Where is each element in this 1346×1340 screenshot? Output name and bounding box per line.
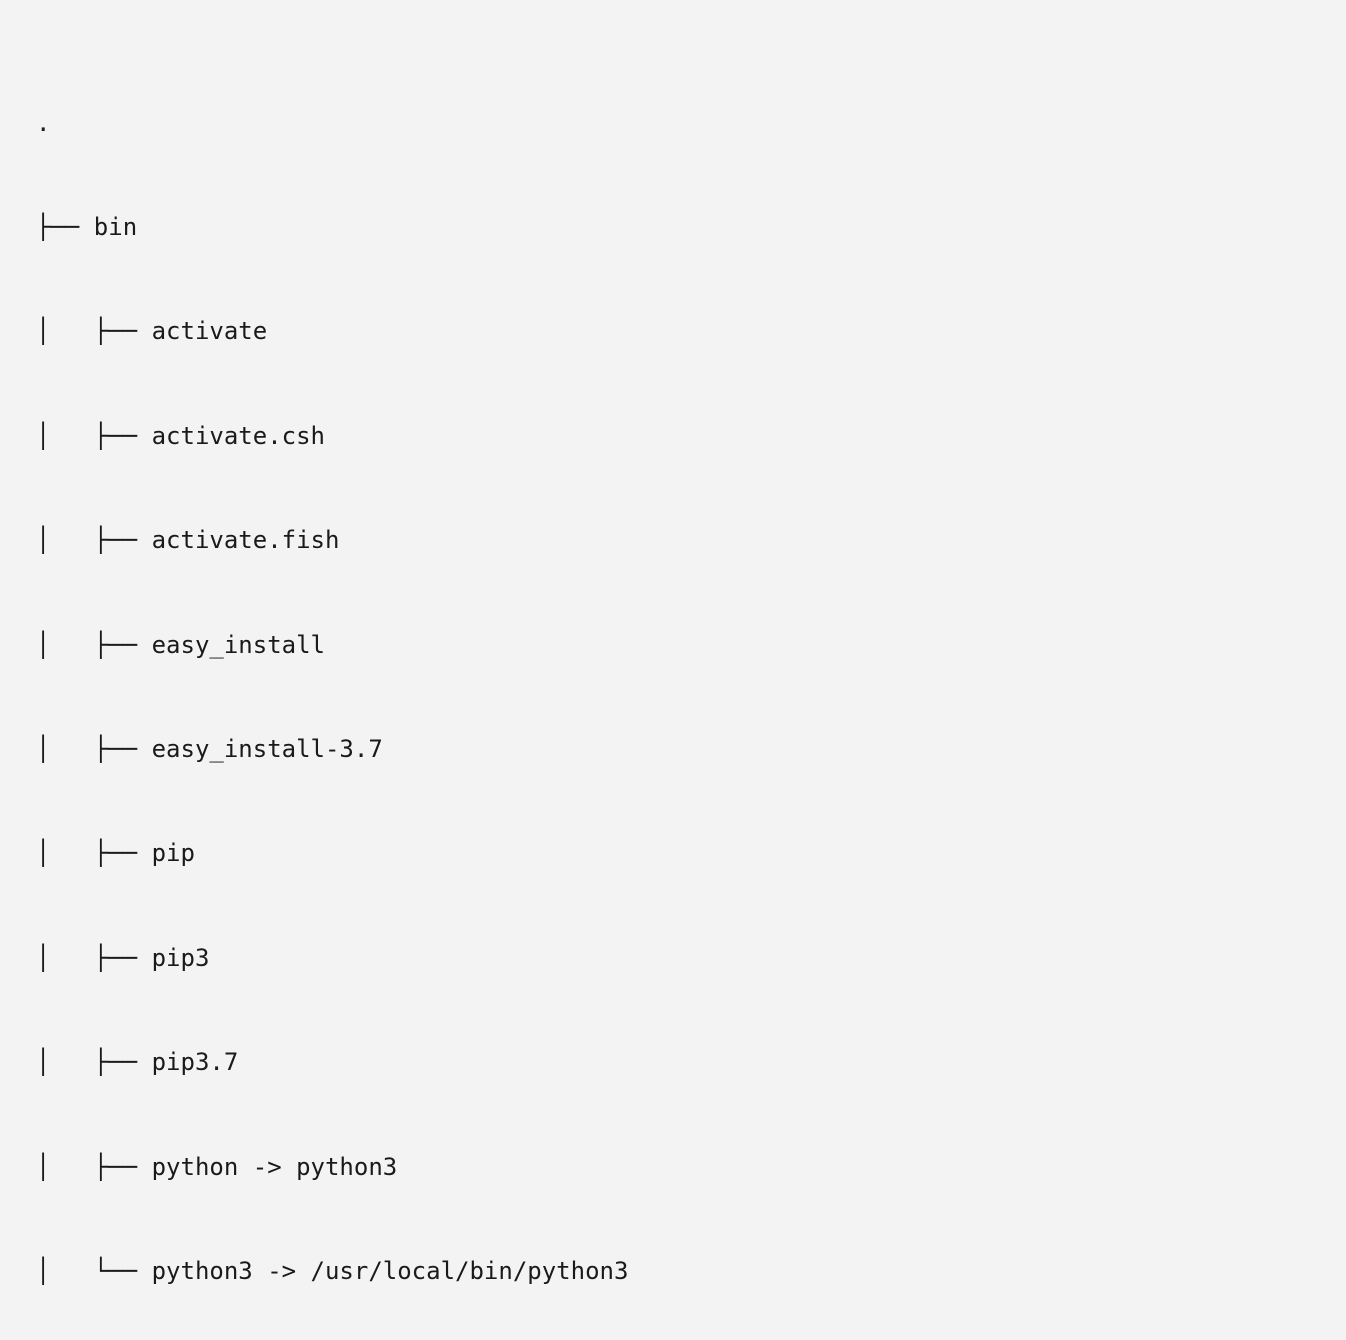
tree-line-pip3: │ ├── pip3 (36, 941, 1310, 976)
tree-line-root: . (36, 106, 1310, 141)
tree-line-pip: │ ├── pip (36, 836, 1310, 871)
tree-line-python-symlink: │ ├── python -> python3 (36, 1150, 1310, 1185)
directory-tree: . ├── bin │ ├── activate │ ├── activate.… (36, 36, 1310, 1340)
tree-line-easy-install: │ ├── easy_install (36, 628, 1310, 663)
tree-line-activate-fish: │ ├── activate.fish (36, 523, 1310, 558)
tree-line-pip37: │ ├── pip3.7 (36, 1045, 1310, 1080)
tree-line-activate-csh: │ ├── activate.csh (36, 419, 1310, 454)
tree-line-bin: ├── bin (36, 210, 1310, 245)
tree-line-easy-install-37: │ ├── easy_install-3.7 (36, 732, 1310, 767)
tree-line-python3-symlink: │ └── python3 -> /usr/local/bin/python3 (36, 1254, 1310, 1289)
tree-line-activate: │ ├── activate (36, 314, 1310, 349)
